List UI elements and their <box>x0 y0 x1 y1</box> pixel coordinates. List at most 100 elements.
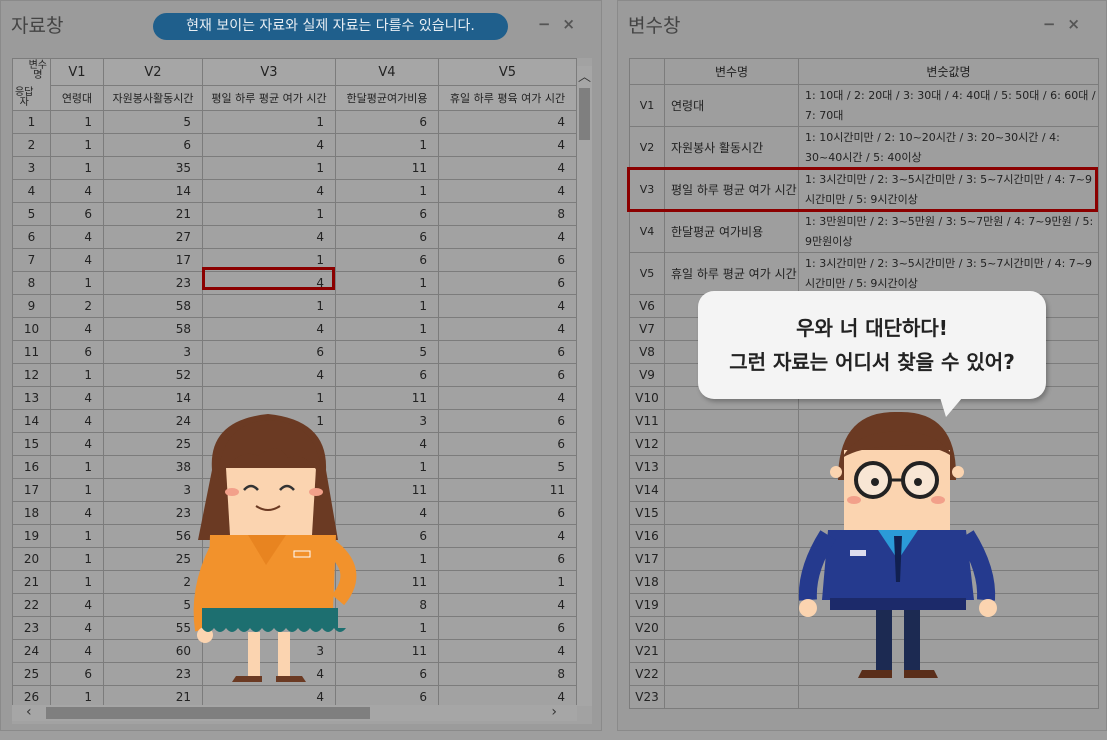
data-cell: 21 <box>103 202 203 226</box>
variable-row-v2[interactable]: V2 자원봉사 활동시간 1: 10시간미만 / 2: 10~20시간 / 3: 2… <box>629 126 1099 169</box>
variable-id: V2 <box>629 126 665 169</box>
data-cell: 4 <box>438 179 577 203</box>
column-label: 자원봉사활동시간 <box>103 85 203 111</box>
vertical-scroll-thumb[interactable] <box>579 88 590 140</box>
column-label: 연령대 <box>50 85 104 111</box>
column-header-v1: V1 <box>50 58 104 86</box>
data-cell: 4 <box>50 409 104 433</box>
scroll-right-icon[interactable]: › <box>551 704 557 720</box>
row-number: 23 <box>12 616 51 640</box>
variable-id: V1 <box>629 84 665 127</box>
horizontal-scrollbar[interactable]: ‹ › <box>12 704 577 721</box>
column-header-v3: V3 <box>202 58 336 86</box>
table-row[interactable]: 216414 <box>12 133 577 157</box>
data-cell: 4 <box>50 501 104 525</box>
variable-row-empty[interactable]: V23 <box>629 685 1099 709</box>
data-cell: 1 <box>50 156 104 180</box>
table-row[interactable]: 5 6 21 1 6 8 <box>12 202 577 226</box>
variable-name: 연령대 <box>664 84 799 127</box>
close-button[interactable]: × <box>1067 15 1092 33</box>
data-cell: 4 <box>50 616 104 640</box>
corner-respondent-label: 응답 자 <box>15 87 34 108</box>
data-cell: 1 <box>438 570 577 594</box>
row-number: 14 <box>12 409 51 433</box>
variable-row-v4[interactable]: V4 한달평균 여가비용 1: 3만원미만 / 2: 3~5만원 / 3: 5~7만… <box>629 210 1099 253</box>
empty-cell <box>664 570 799 594</box>
scroll-up-icon[interactable]: ︿ <box>578 66 591 85</box>
header-row-labels: 연령대 자원봉사활동시간 평일 하루 평균 여가 시간 한달평균여가비용 휴일 하루 평… <box>13 85 577 111</box>
data-cell: 1 <box>202 386 336 410</box>
table-row[interactable]: 115164 <box>12 110 577 134</box>
data-cell: 1 <box>50 478 104 502</box>
data-cell: 4 <box>50 432 104 456</box>
variable-id: V19 <box>629 593 665 617</box>
data-cell: 1 <box>50 133 104 157</box>
data-cell: 5 <box>438 455 577 479</box>
variable-values: 1: 3만원미만 / 2: 3~5만원 / 3: 5~7만원 / 4: 7~9만… <box>798 210 1099 253</box>
empty-cell <box>664 432 799 456</box>
header-row-variables: 변수 명 응답 자 V1 V2 V3 V4 V5 <box>12 58 577 111</box>
variable-id: V11 <box>629 409 665 433</box>
data-cell: 35 <box>103 156 203 180</box>
variable-column-header: 변수명 <box>664 58 799 85</box>
column-header-v5: V5 <box>438 58 577 86</box>
data-cell: 6 <box>202 340 336 364</box>
close-button[interactable]: × <box>562 15 587 33</box>
speech-bubble: 우와 너 대단하다! 그런 자료는 어디서 찾을 수 있어? <box>698 291 1046 417</box>
scroll-left-icon[interactable]: ‹ <box>26 704 32 720</box>
data-cell: 17 <box>103 248 203 272</box>
vertical-scrollbar[interactable]: ︿ <box>577 66 592 706</box>
data-cell: 1 <box>335 179 439 203</box>
table-row[interactable]: 10 4 58 4 1 4 <box>12 317 577 341</box>
empty-cell <box>664 593 799 617</box>
variable-row-v1[interactable]: V1 연령대 1: 10대 / 2: 20대 / 3: 30대 / 4: 40대 /… <box>629 84 1099 127</box>
row-number: 11 <box>12 340 51 364</box>
empty-cell <box>664 616 799 640</box>
variable-id: V23 <box>629 685 665 709</box>
data-cell: 1 <box>50 271 104 295</box>
row-number: 7 <box>12 248 51 272</box>
variable-row-v5[interactable]: V5 휴일 하루 평균 여가 시간 1: 3시간미만 / 2: 3~5시간미만 / … <box>629 252 1099 295</box>
corner-header: 변수 명 응답 자 <box>12 58 51 111</box>
variable-id: V4 <box>629 210 665 253</box>
data-cell: 1 <box>202 294 336 318</box>
minimize-button[interactable]: − <box>1043 15 1068 33</box>
variable-header-row: 변수명 변숫값명 <box>629 58 1099 85</box>
data-cell: 1 <box>50 524 104 548</box>
highlight-row-v3 <box>627 167 1098 212</box>
data-cell: 4 <box>50 248 104 272</box>
table-row[interactable]: 4 4 14 4 1 4 <box>12 179 577 203</box>
variable-values: 1: 10시간미만 / 2: 10~20시간 / 3: 20~30시간 / 4:… <box>798 126 1099 169</box>
table-row[interactable]: 12 1 52 4 6 6 <box>12 363 577 387</box>
variable-id: V15 <box>629 501 665 525</box>
data-cell: 6 <box>335 248 439 272</box>
speech-line-1: 우와 너 대단하다! <box>796 316 948 340</box>
column-header-v2: V2 <box>103 58 203 86</box>
data-cell: 6 <box>50 340 104 364</box>
variable-values: 1: 10대 / 2: 20대 / 3: 30대 / 4: 40대 / 5: 5… <box>798 84 1099 127</box>
horizontal-scroll-thumb[interactable] <box>46 707 370 719</box>
window-controls: −× <box>538 15 587 33</box>
column-header-v4: V4 <box>335 58 439 86</box>
variable-id: V5 <box>629 252 665 295</box>
row-number: 12 <box>12 363 51 387</box>
empty-cell <box>664 524 799 548</box>
variable-id: V6 <box>629 294 665 318</box>
data-cell: 6 <box>438 547 577 571</box>
table-row[interactable]: 9 2 58 1 1 4 <box>12 294 577 318</box>
table-row[interactable]: 13 4 14 1 11 4 <box>12 386 577 410</box>
highlight-cell-v3-row8 <box>202 267 335 290</box>
data-cell: 6 <box>335 202 439 226</box>
data-cell: 4 <box>50 225 104 249</box>
data-cell: 8 <box>438 662 577 686</box>
table-row[interactable]: 6 4 27 4 6 4 <box>12 225 577 249</box>
data-cell: 4 <box>50 639 104 663</box>
minimize-button[interactable]: − <box>538 15 563 33</box>
empty-cell <box>664 455 799 479</box>
empty-cell <box>664 639 799 663</box>
table-row[interactable]: 11 6 3 6 5 6 <box>12 340 577 364</box>
empty-cell <box>664 501 799 525</box>
table-row[interactable]: 3 1 35 1 11 4 <box>12 156 577 180</box>
row-number: 4 <box>12 179 51 203</box>
variable-id: V12 <box>629 432 665 456</box>
